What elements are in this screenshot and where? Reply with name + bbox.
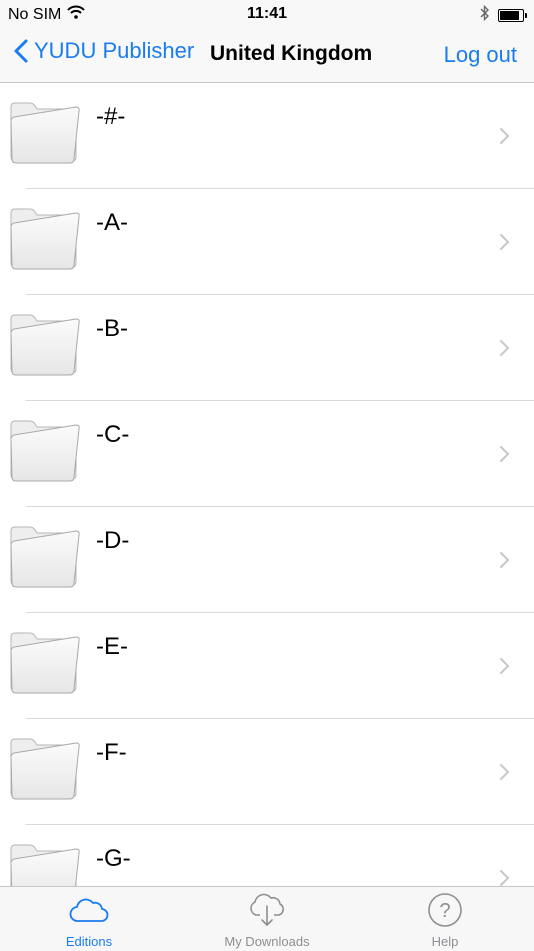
folder-icon — [8, 733, 82, 803]
list-item[interactable]: -#- — [0, 83, 534, 189]
status-time: 11:41 — [246, 5, 288, 22]
status-bar: No SIM 11:41 — [0, 0, 534, 28]
list-item-label: -#- — [96, 103, 126, 130]
question-icon: ? — [356, 893, 534, 927]
back-button-label: YUDU Publisher — [34, 38, 195, 63]
tab-bar: Editions My Downloads ? Help — [0, 886, 534, 951]
battery-icon — [498, 9, 527, 22]
status-right — [480, 4, 527, 26]
chevron-left-icon — [14, 39, 28, 63]
folder-icon — [8, 521, 82, 591]
list-item[interactable]: -E- — [0, 613, 534, 719]
chevron-right-icon — [499, 339, 510, 362]
chevron-right-icon — [499, 763, 510, 786]
list-item[interactable]: -F- — [0, 719, 534, 825]
chevron-right-icon — [499, 445, 510, 468]
chevron-right-icon — [499, 127, 510, 150]
tab-help[interactable]: ? Help — [356, 887, 534, 951]
folder-icon — [8, 309, 82, 379]
list-item[interactable]: -C- — [0, 401, 534, 507]
cloud-download-icon — [178, 893, 356, 927]
folder-icon — [8, 627, 82, 697]
list-item[interactable]: -B- — [0, 295, 534, 401]
cloud-icon — [0, 893, 178, 927]
chevron-right-icon — [499, 233, 510, 256]
folder-icon — [8, 203, 82, 273]
svg-text:?: ? — [439, 900, 450, 922]
list-item-label: -B- — [96, 315, 128, 342]
folder-icon — [8, 97, 82, 167]
logout-button[interactable]: Log out — [444, 42, 517, 68]
tab-my-downloads-label: My Downloads — [224, 934, 310, 949]
list-item[interactable]: -G- — [0, 825, 534, 886]
chevron-right-icon — [499, 657, 510, 680]
list-item-label: -A- — [96, 209, 128, 236]
tab-editions-label: Editions — [65, 934, 113, 949]
list-item-label: -E- — [96, 633, 128, 660]
list-item[interactable]: -D- — [0, 507, 534, 613]
back-button[interactable]: YUDU Publisher — [14, 38, 194, 64]
bluetooth-icon — [480, 4, 490, 26]
list-item[interactable]: -A- — [0, 189, 534, 295]
folder-icon — [8, 415, 82, 485]
list-item-label: -G- — [96, 845, 131, 872]
tab-editions[interactable]: Editions — [0, 887, 178, 951]
chevron-right-icon — [499, 551, 510, 574]
list-item-label: -D- — [96, 527, 130, 554]
list-item-label: -C- — [96, 421, 130, 448]
page-title: United Kingdom — [210, 42, 373, 65]
folder-list: -#- -A- -B- -C- -D- -E- -F- -G- — [0, 83, 534, 886]
tab-my-downloads[interactable]: My Downloads — [178, 887, 356, 951]
tab-help-label: Help — [431, 934, 459, 949]
navigation-bar: YUDU Publisher United Kingdom Log out — [0, 28, 534, 83]
list-item-label: -F- — [96, 739, 127, 766]
chevron-right-icon — [499, 869, 510, 886]
folder-icon — [8, 839, 82, 886]
